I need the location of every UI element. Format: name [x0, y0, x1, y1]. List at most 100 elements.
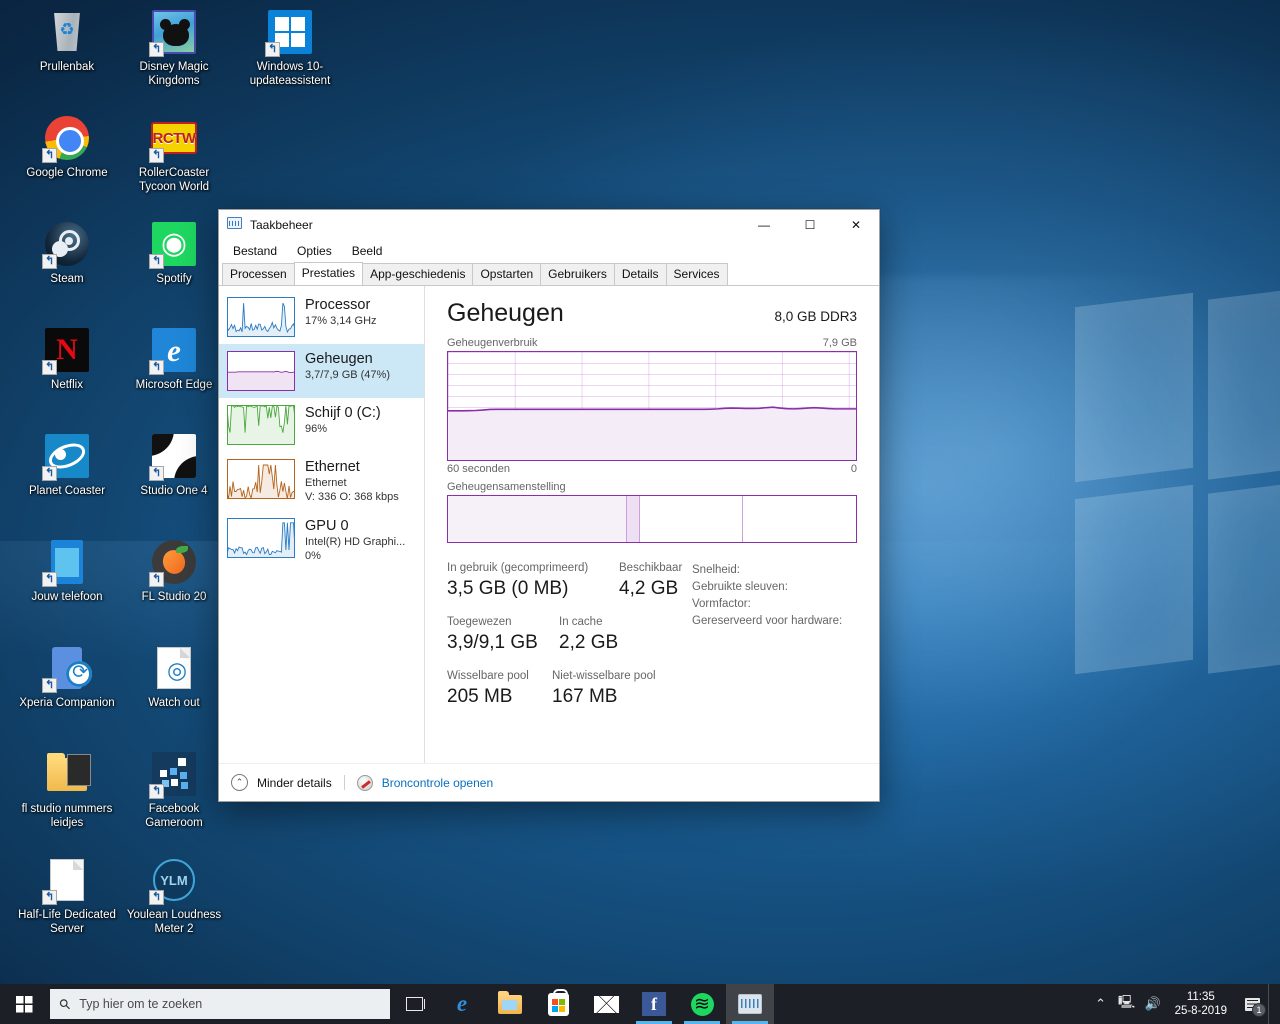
windows-update-assistant-icon: [265, 8, 314, 57]
window-title: Taakbeheer: [250, 217, 313, 232]
composition-segment-stand-by[interactable]: [640, 496, 743, 542]
show-desktop-button[interactable]: [1268, 984, 1276, 1024]
desktop-icon-fl-studio-20[interactable]: FL Studio 20: [117, 538, 231, 605]
half-life-dedicated-server-icon: [42, 856, 91, 905]
desktop-icon-xperia-companion[interactable]: Xperia Companion: [10, 644, 124, 711]
studio-one-4-icon: [149, 432, 198, 481]
window-titlebar: Taakbeheer — ☐ ✕: [219, 210, 879, 239]
hardware-info-line: Vormfactor:: [692, 598, 751, 610]
composition-segment-in-gebruik[interactable]: [448, 496, 628, 542]
taskbar-app-task-manager[interactable]: [726, 984, 774, 1024]
windows-logo-pane: [1075, 292, 1193, 483]
fewer-details-button[interactable]: Minder details: [257, 776, 332, 790]
network-icon[interactable]: 🖳: [1114, 984, 1140, 1024]
search-input[interactable]: ⚲ Typ hier om te zoeken: [50, 989, 390, 1019]
google-chrome-icon: [42, 114, 91, 163]
desktop-icon-steam[interactable]: Steam: [10, 220, 124, 287]
close-button[interactable]: ✕: [833, 210, 879, 239]
chevron-up-icon[interactable]: ⌃: [231, 774, 248, 791]
shortcut-overlay-icon: [42, 360, 57, 375]
menu-item-beeld[interactable]: Beeld: [352, 244, 383, 258]
show-hidden-icons-button[interactable]: ⌃: [1088, 984, 1114, 1024]
sidebar-item-geheugen[interactable]: Geheugen 3,7/7,9 GB (47%): [219, 344, 424, 398]
tab-strip: Processen Prestaties App-geschiedenis Opsta…: [219, 262, 879, 286]
memory-usage-graph[interactable]: [447, 351, 857, 461]
desktop-icon-studio-one-4[interactable]: Studio One 4: [117, 432, 231, 499]
menu-bar: Bestand Opties Beeld: [219, 239, 879, 263]
menu-item-bestand[interactable]: Bestand: [233, 244, 277, 258]
taskbar-app-microsoft-store[interactable]: [534, 984, 582, 1024]
desktop-icon-label: Netflix: [51, 379, 83, 391]
desktop-icon-netflix[interactable]: N Netflix: [10, 326, 124, 393]
start-button[interactable]: [0, 984, 48, 1024]
shortcut-overlay-icon: [265, 42, 280, 57]
composition-segment-vrij[interactable]: [742, 496, 856, 542]
shortcut-overlay-icon: [149, 466, 164, 481]
sidebar-sparkline: [227, 518, 295, 558]
memory-composition-bar[interactable]: [447, 495, 857, 543]
sidebar-item-text: Schijf 0 (C:) 96%: [305, 405, 381, 436]
desktop-icon-youlean-loudness-meter-2[interactable]: YLM Youlean Loudness Meter 2: [117, 856, 231, 936]
sidebar-sparkline: [227, 297, 295, 337]
stat-value: 4,2 GB: [619, 578, 679, 599]
stat-available: Beschikbaar 4,2 GB: [619, 561, 682, 601]
planet-coaster-icon: [42, 432, 91, 481]
desktop-icon-disney-magic-kingdoms[interactable]: Disney Magic Kingdoms: [117, 8, 231, 88]
memory-hardware-info: Snelheid: Gebruikte sleuven: Vormfactor: Ge…: [692, 561, 857, 723]
tab-opstarten[interactable]: Opstarten: [472, 263, 542, 285]
hardware-info-line: Gebruikte sleuven:: [692, 581, 788, 593]
panel-header: Geheugen 8,0 GB DDR3: [447, 298, 857, 328]
taskbar-app-spotify[interactable]: ≋: [678, 984, 726, 1024]
shortcut-overlay-icon: [42, 148, 57, 163]
menu-item-opties[interactable]: Opties: [297, 244, 332, 258]
desktop-icon-spotify[interactable]: ◉ Spotify: [117, 220, 231, 287]
desktop-icon-rollercoaster-tycoon-world[interactable]: RCTW RollerCoaster Tycoon World: [117, 114, 231, 194]
taskbar-app-facebook[interactable]: f: [630, 984, 678, 1024]
task-manager-window[interactable]: Taakbeheer — ☐ ✕ Bestand Opties Beeld Pr…: [218, 209, 880, 802]
taskbar-app-file-explorer[interactable]: [486, 984, 534, 1024]
tab-processen[interactable]: Processen: [222, 263, 295, 285]
clock[interactable]: 11:35 25-8-2019: [1166, 984, 1236, 1024]
task-view-button[interactable]: [390, 984, 438, 1024]
desktop-icon-watch-out-document[interactable]: Watch out: [117, 644, 231, 711]
desktop-icon-facebook-gameroom[interactable]: Facebook Gameroom: [117, 750, 231, 830]
notification-center-button[interactable]: 1: [1236, 984, 1268, 1024]
desktop-icon-recycle-bin[interactable]: Prullenbak: [10, 8, 124, 75]
stat-label: In cache: [559, 616, 603, 628]
maximize-button[interactable]: ☐: [787, 210, 833, 239]
tab-details[interactable]: Details: [613, 263, 667, 285]
taskbar-app-microsoft-edge[interactable]: e: [438, 984, 486, 1024]
windows-logo-pane: [1208, 478, 1280, 674]
sidebar-item-ethernet[interactable]: Ethernet Ethernet V: 336 O: 368 kbps: [219, 452, 424, 511]
sidebar-item-gpu-0[interactable]: GPU 0 Intel(R) HD Graphi... 0%: [219, 511, 424, 570]
netflix-icon: N: [42, 326, 91, 375]
desktop-icon-your-phone[interactable]: Jouw telefoon: [10, 538, 124, 605]
sidebar-sparkline: [227, 405, 295, 445]
tab-gebruikers[interactable]: Gebruikers: [540, 263, 615, 285]
desktop-icon-windows-update-assistant[interactable]: Windows 10-updateassistent: [233, 8, 347, 88]
desktop-icon-label: Planet Coaster: [28, 485, 106, 497]
composition-segment-gewijzigd[interactable]: [627, 496, 641, 542]
desktop-icon-half-life-dedicated-server[interactable]: Half-Life Dedicated Server: [10, 856, 124, 936]
sidebar-item-sub1: 17% 3,14 GHz: [305, 315, 377, 327]
open-resource-monitor-link[interactable]: Broncontrole openen: [382, 776, 493, 790]
desktop-icon-planet-coaster[interactable]: Planet Coaster: [10, 432, 124, 499]
tab-services[interactable]: Services: [665, 263, 728, 285]
minimize-button[interactable]: —: [741, 210, 787, 239]
desktop-icon-label: Prullenbak: [39, 61, 95, 73]
desktop-icon-google-chrome[interactable]: Google Chrome: [10, 114, 124, 181]
sidebar-item-text: Ethernet Ethernet V: 336 O: 368 kbps: [305, 459, 399, 504]
tab-prestaties[interactable]: Prestaties: [293, 262, 364, 285]
taskbar-app-mail[interactable]: [582, 984, 630, 1024]
sidebar-item-processor[interactable]: Processor 17% 3,14 GHz: [219, 290, 424, 344]
desktop-icon-label: Microsoft Edge: [135, 379, 213, 391]
shortcut-overlay-icon: [149, 42, 164, 57]
desktop-icon-folder[interactable]: fl studio nummers leidjes: [10, 750, 124, 830]
desktop-icon-label: fl studio nummers leidjes: [21, 803, 113, 829]
sidebar-item-schijf-0-c-[interactable]: Schijf 0 (C:) 96%: [219, 398, 424, 452]
tab-app-geschiedenis[interactable]: App-geschiedenis: [362, 263, 474, 285]
desktop-icon-microsoft-edge[interactable]: e Microsoft Edge: [117, 326, 231, 393]
stat-value: 3,9/9,1 GB: [447, 632, 538, 653]
volume-icon[interactable]: 🔊: [1140, 984, 1166, 1024]
desktop-icon-label: Disney Magic Kingdoms: [139, 61, 209, 87]
